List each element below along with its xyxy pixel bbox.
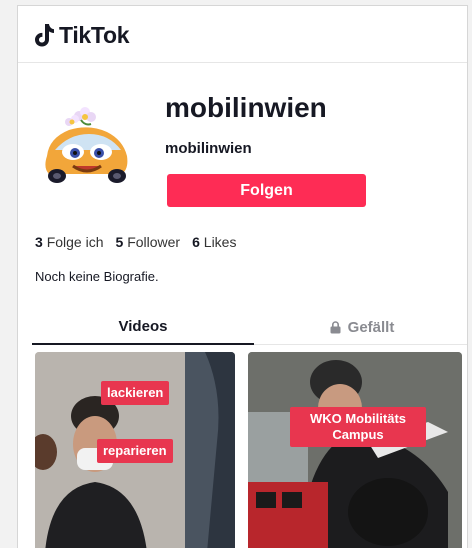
followers-count: 5: [115, 234, 124, 250]
video-scene-image: [248, 352, 462, 548]
video-grid: lackieren reparieren WKO Mobilitäts Camp…: [35, 352, 467, 548]
profile-stats: 3 Folge ich 5 Follower 6 Likes: [35, 234, 236, 250]
video-thumbnail[interactable]: lackieren reparieren: [35, 352, 235, 548]
lock-icon: [330, 320, 341, 333]
top-bar: TikTok: [18, 6, 467, 63]
tab-videos[interactable]: Videos: [32, 309, 254, 345]
stat-likes: 6 Likes: [192, 234, 236, 250]
video-thumbnail[interactable]: WKO Mobilitäts Campus: [248, 352, 462, 548]
profile-bio: Noch keine Biografie.: [35, 269, 159, 284]
following-count: 3: [35, 234, 43, 250]
profile-username: mobilinwien: [165, 92, 327, 123]
likes-count: 6: [192, 234, 200, 250]
tab-liked[interactable]: Gefällt: [254, 309, 467, 345]
car-mascot-icon: [45, 107, 128, 183]
stat-following[interactable]: 3 Folge ich: [35, 234, 104, 250]
tab-videos-label: Videos: [118, 317, 168, 335]
stat-followers[interactable]: 5 Follower: [116, 234, 181, 250]
follow-button[interactable]: Folgen: [167, 174, 366, 207]
following-label: Folge ich: [46, 234, 104, 250]
avatar[interactable]: [39, 106, 134, 191]
tiktok-wordmark: TikTok: [59, 21, 130, 48]
video-caption-tag: lackieren: [101, 381, 170, 405]
tab-liked-label: Gefällt: [347, 318, 395, 336]
tiktok-logo[interactable]: TikTok: [33, 20, 130, 50]
tiktok-note-icon: [35, 24, 54, 47]
followers-label: Follower: [127, 234, 181, 250]
profile-nickname: mobilinwien: [165, 140, 252, 157]
profile-tabs: Videos Gefällt: [32, 309, 467, 345]
likes-label: Likes: [203, 234, 237, 250]
video-caption-tag: reparieren: [97, 439, 173, 463]
tiktok-profile-page: TikTok mobilinwien mobilinwien Folgen 3 …: [17, 5, 468, 548]
video-caption-tag: WKO Mobilitäts Campus: [290, 407, 426, 447]
